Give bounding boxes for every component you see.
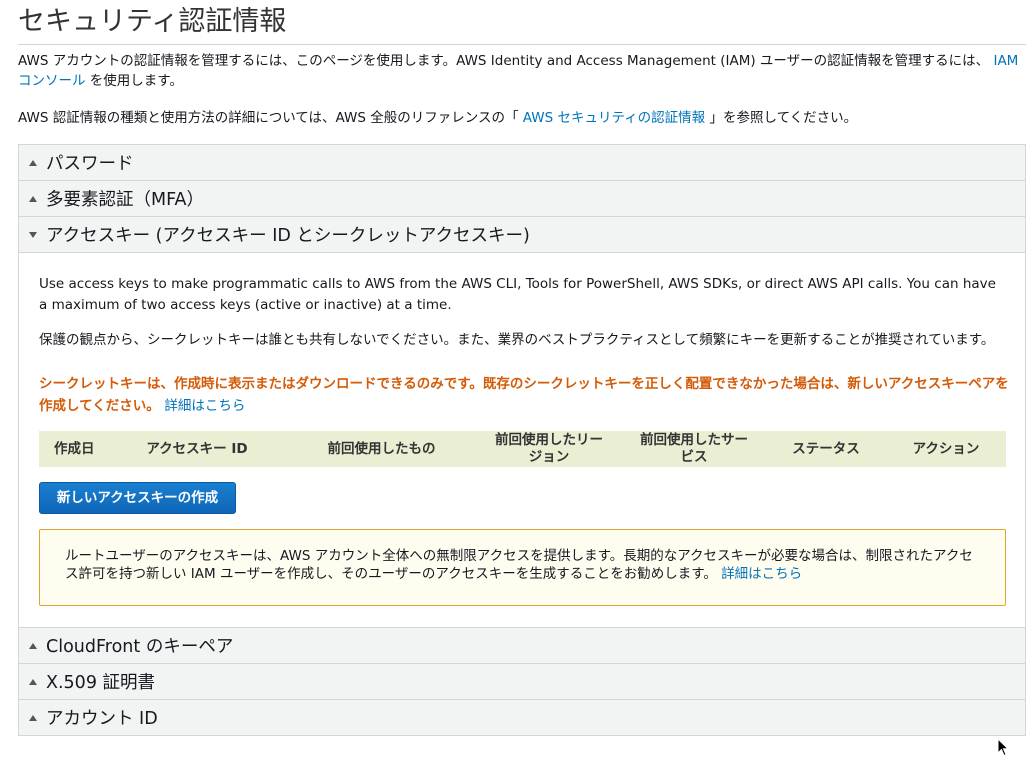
root-access-key-notice: ルートユーザーのアクセスキーは、AWS アカウント全体への無制限アクセスを提供し… (39, 529, 1006, 606)
caret-down-icon (29, 231, 37, 238)
secret-key-warning: シークレットキーは、作成時に表示またはダウンロードできるのみです。既存のシークレ… (39, 373, 1009, 417)
caret-up-icon (29, 714, 37, 721)
section-access-keys-header[interactable]: アクセスキー (アクセスキー ID とシークレットアクセスキー) (19, 217, 1025, 253)
aws-security-credentials-link[interactable]: AWS セキュリティの認証情報 (523, 110, 705, 126)
access-keys-description-ja: 保護の観点から、シークレットキーは誰とも共有しないでください。また、業界のベスト… (39, 332, 995, 348)
section-password-label: パスワード (46, 154, 134, 174)
section-cloudfront-label: CloudFront のキーペア (46, 637, 234, 657)
notice-text: ルートユーザーのアクセスキーは、AWS アカウント全体への無制限アクセスを提供し… (65, 548, 973, 582)
column-last-used-service[interactable]: 前回使用したサービス (639, 431, 749, 467)
section-access-keys-label: アクセスキー (アクセスキー ID とシークレットアクセスキー) (46, 226, 530, 246)
caret-up-icon (29, 195, 37, 202)
credentials-accordion: パスワード 多要素認証（MFA） アクセスキー (アクセスキー ID とシークレ… (18, 144, 1026, 736)
intro-paragraph-1: AWS アカウントの認証情報を管理するには、このページを使用します。AWS Id… (18, 51, 1026, 91)
column-status[interactable]: ステータス (781, 431, 871, 467)
intro-1-text: AWS アカウントの認証情報を管理するには、このページを使用します。AWS Id… (18, 53, 990, 69)
create-access-key-button[interactable]: 新しいアクセスキーの作成 (39, 482, 236, 514)
section-password-header[interactable]: パスワード (19, 145, 1025, 181)
access-keys-description-en: Use access keys to make programmatic cal… (39, 276, 996, 313)
intro-2-text: AWS 認証情報の種類と使用方法の詳細については、AWS 全般のリファレンスの「 (18, 110, 519, 126)
page-title: セキュリティ認証情報 (18, 6, 287, 37)
column-created[interactable]: 作成日 (54, 431, 134, 467)
section-mfa-header[interactable]: 多要素認証（MFA） (19, 181, 1025, 217)
section-account-id-header[interactable]: アカウント ID (19, 700, 1025, 736)
warning-learn-more-link[interactable]: 詳細はこちら (164, 398, 245, 414)
section-cloudfront-header[interactable]: CloudFront のキーペア (19, 628, 1025, 664)
column-last-used-region[interactable]: 前回使用したリージョン (494, 431, 604, 467)
column-access-key-id[interactable]: アクセスキー ID (137, 431, 257, 467)
intro-1-suffix: を使用します。 (89, 73, 183, 89)
section-mfa-label: 多要素認証（MFA） (46, 190, 205, 210)
section-account-id-label: アカウント ID (46, 709, 158, 729)
column-last-used[interactable]: 前回使用したもの (309, 431, 454, 467)
notice-learn-more-link[interactable]: 詳細はこちら (721, 566, 802, 582)
intro-paragraph-2: AWS 認証情報の種類と使用方法の詳細については、AWS 全般のリファレンスの「… (18, 108, 1026, 128)
intro-2-suffix: 」を参照してください。 (709, 110, 858, 126)
caret-up-icon (29, 678, 37, 685)
caret-up-icon (29, 642, 37, 649)
section-x509-header[interactable]: X.509 証明書 (19, 664, 1025, 700)
title-divider (18, 44, 1026, 45)
mouse-pointer-icon (997, 738, 1009, 757)
column-actions[interactable]: アクション (897, 431, 995, 467)
access-keys-table-header: 作成日 アクセスキー ID 前回使用したもの 前回使用したリージョン 前回使用し… (39, 431, 1006, 467)
access-keys-panel: Use access keys to make programmatic cal… (19, 253, 1025, 628)
caret-up-icon (29, 159, 37, 166)
section-x509-label: X.509 証明書 (46, 673, 156, 693)
